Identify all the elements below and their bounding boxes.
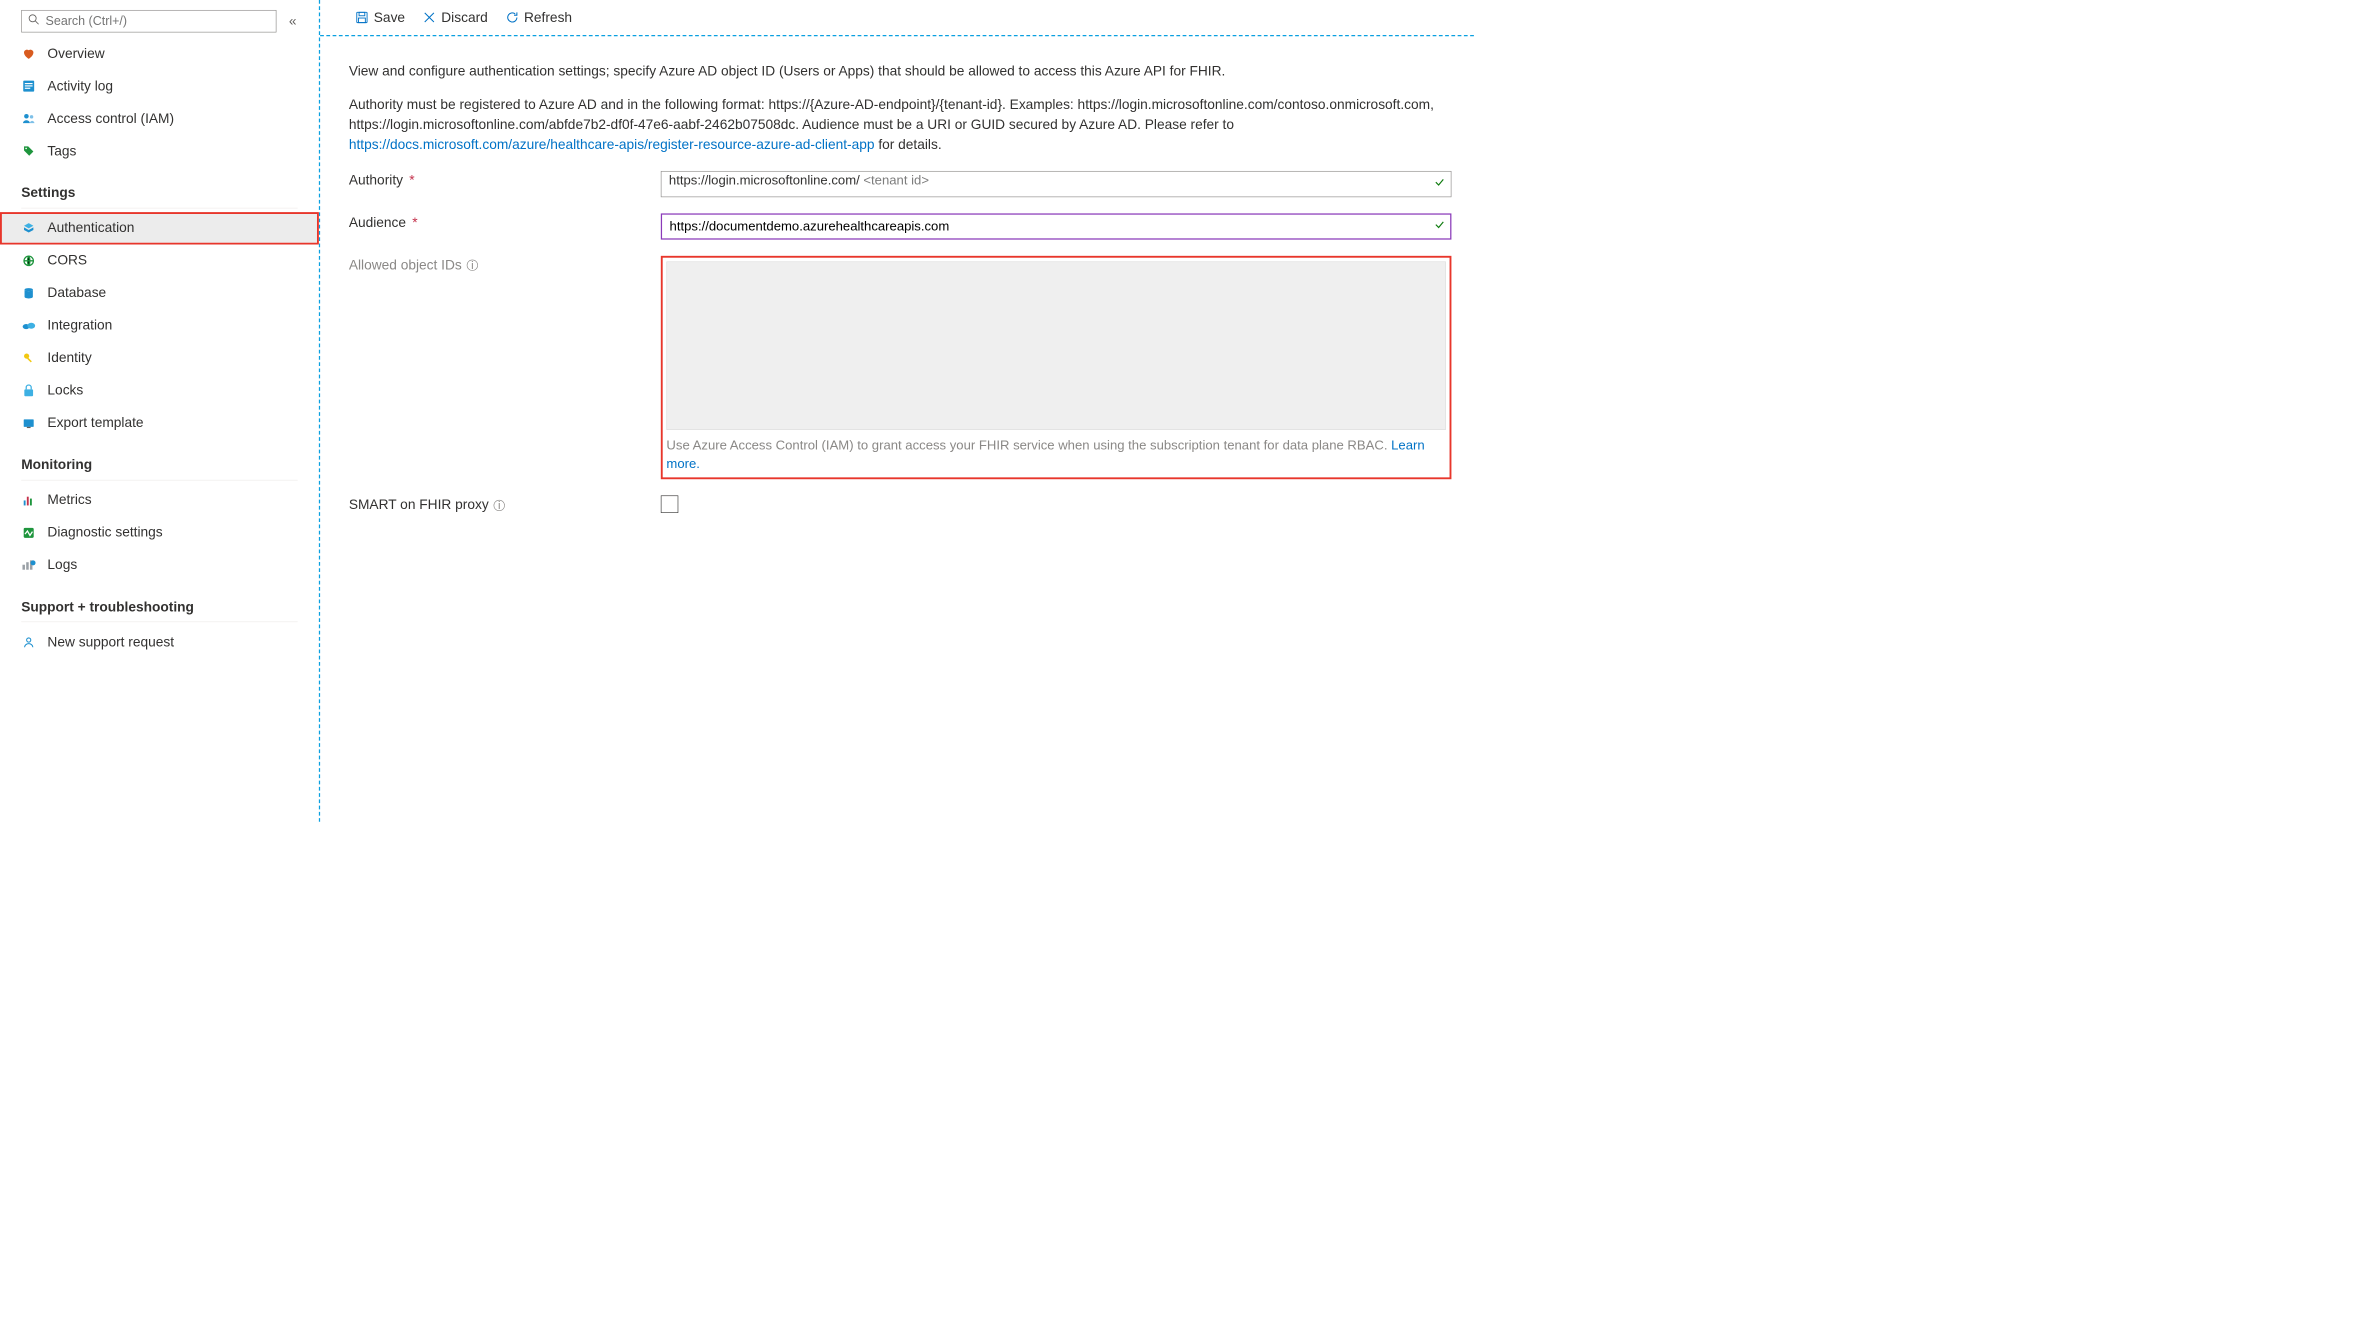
sidebar-item-label: Access control (IAM): [47, 109, 174, 128]
sidebar-item-label: Integration: [47, 316, 112, 335]
activity-log-icon: [21, 80, 36, 92]
sidebar-item-overview[interactable]: Overview: [0, 37, 319, 69]
search-input[interactable]: [46, 14, 270, 28]
intro-text-2a: Authority must be registered to Azure AD…: [349, 97, 1434, 132]
sidebar-item-label: Diagnostic settings: [47, 523, 162, 542]
refresh-label: Refresh: [524, 8, 572, 27]
cors-icon: [21, 254, 36, 266]
sidebar-item-new-support-request[interactable]: New support request: [0, 626, 319, 658]
export-template-icon: [21, 417, 36, 429]
search-icon: [28, 12, 39, 29]
integration-icon: [21, 320, 36, 331]
allowed-note-text: Use Azure Access Control (IAM) to grant …: [666, 438, 1391, 452]
sidebar-item-diagnostic-settings[interactable]: Diagnostic settings: [0, 516, 319, 548]
sidebar-item-label: Tags: [47, 141, 76, 160]
sidebar-item-cors[interactable]: CORS: [0, 244, 319, 276]
divider: [21, 208, 297, 209]
overview-icon: [21, 47, 36, 61]
refresh-icon: [505, 11, 519, 25]
allowed-object-ids-note: Use Azure Access Control (IAM) to grant …: [666, 436, 1445, 474]
sidebar-item-label: Locks: [47, 381, 83, 400]
support-icon: [21, 636, 36, 648]
sidebar-item-label: Overview: [47, 44, 104, 63]
logs-icon: [21, 559, 36, 570]
lock-icon: [21, 384, 36, 396]
sidebar-item-export-template[interactable]: Export template: [0, 407, 319, 439]
sidebar-item-label: Authentication: [47, 219, 134, 238]
key-icon: [21, 352, 36, 364]
sidebar-item-identity[interactable]: Identity: [0, 342, 319, 374]
database-icon: [21, 287, 36, 299]
sidebar-item-label: CORS: [47, 251, 87, 270]
sidebar-item-logs[interactable]: Logs: [0, 549, 319, 581]
required-indicator: *: [409, 171, 414, 190]
smart-on-fhir-checkbox[interactable]: [661, 496, 678, 513]
docs-link[interactable]: https://docs.microsoft.com/azure/healthc…: [349, 136, 875, 152]
sidebar-item-locks[interactable]: Locks: [0, 374, 319, 406]
save-button[interactable]: Save: [349, 0, 411, 35]
authority-value-prefix: https://login.microsoftonline.com/: [669, 173, 863, 187]
authority-label-text: Authority: [349, 171, 403, 190]
sidebar-item-access-control[interactable]: Access control (IAM): [0, 102, 319, 134]
collapse-sidebar-button[interactable]: «: [284, 12, 301, 31]
discard-icon: [423, 11, 437, 25]
intro-text-1: View and configure authentication settin…: [349, 61, 1452, 81]
divider: [21, 622, 297, 623]
audience-label-text: Audience: [349, 213, 406, 232]
allowed-object-ids-label-text: Allowed object IDs: [349, 256, 462, 275]
authority-value-hint: <tenant id>: [863, 173, 929, 187]
allowed-object-ids-textarea[interactable]: [666, 261, 1445, 429]
sidebar: « Overview Activity log Access control (…: [0, 0, 320, 822]
authority-label: Authority *: [349, 171, 661, 190]
valid-check-icon: [1434, 218, 1445, 235]
divider: [21, 480, 297, 481]
required-indicator: *: [412, 213, 417, 232]
sidebar-item-label: Activity log: [47, 76, 113, 95]
smart-on-fhir-label: SMART on FHIR proxy i: [349, 496, 661, 515]
info-icon[interactable]: i: [467, 260, 478, 271]
save-icon: [355, 11, 369, 25]
sidebar-item-label: Export template: [47, 413, 143, 432]
sidebar-item-database[interactable]: Database: [0, 277, 319, 309]
tags-icon: [21, 145, 36, 157]
refresh-button[interactable]: Refresh: [499, 0, 578, 35]
sidebar-item-metrics[interactable]: Metrics: [0, 484, 319, 516]
sidebar-item-authentication[interactable]: Authentication: [0, 212, 319, 244]
info-icon[interactable]: i: [494, 500, 505, 511]
nav-header-support: Support + troubleshooting: [0, 591, 319, 620]
search-box[interactable]: [21, 10, 276, 32]
nav-header-settings: Settings: [0, 177, 319, 206]
nav-header-monitoring: Monitoring: [0, 449, 319, 478]
content: View and configure authentication settin…: [320, 36, 1474, 518]
sidebar-item-label: Database: [47, 284, 106, 303]
metrics-icon: [21, 494, 36, 506]
save-label: Save: [374, 8, 405, 27]
intro-text-2: Authority must be registered to Azure AD…: [349, 95, 1452, 155]
toolbar: Save Discard Refresh: [320, 0, 1474, 36]
main-panel: Save Discard Refresh View and configure …: [320, 0, 1474, 822]
smart-on-fhir-label-text: SMART on FHIR proxy: [349, 496, 489, 515]
audience-label: Audience *: [349, 213, 661, 232]
audience-input[interactable]: [661, 213, 1452, 239]
sidebar-item-integration[interactable]: Integration: [0, 309, 319, 341]
valid-check-icon: [1434, 175, 1445, 192]
sidebar-item-tags[interactable]: Tags: [0, 135, 319, 167]
sidebar-item-label: Identity: [47, 348, 91, 367]
authority-input[interactable]: https://login.microsoftonline.com/ <tena…: [661, 171, 1452, 197]
sidebar-item-label: New support request: [47, 633, 174, 652]
allowed-object-ids-highlight: Use Azure Access Control (IAM) to grant …: [661, 256, 1452, 480]
allowed-object-ids-label: Allowed object IDs i: [349, 256, 661, 275]
sidebar-item-label: Logs: [47, 555, 77, 574]
intro-text-2b: for details.: [875, 136, 942, 152]
discard-label: Discard: [441, 8, 488, 27]
authentication-icon: [21, 222, 36, 234]
people-icon: [21, 112, 36, 126]
diagnostic-icon: [21, 526, 36, 538]
discard-button[interactable]: Discard: [416, 0, 494, 35]
sidebar-item-label: Metrics: [47, 491, 91, 510]
sidebar-item-activity-log[interactable]: Activity log: [0, 70, 319, 102]
